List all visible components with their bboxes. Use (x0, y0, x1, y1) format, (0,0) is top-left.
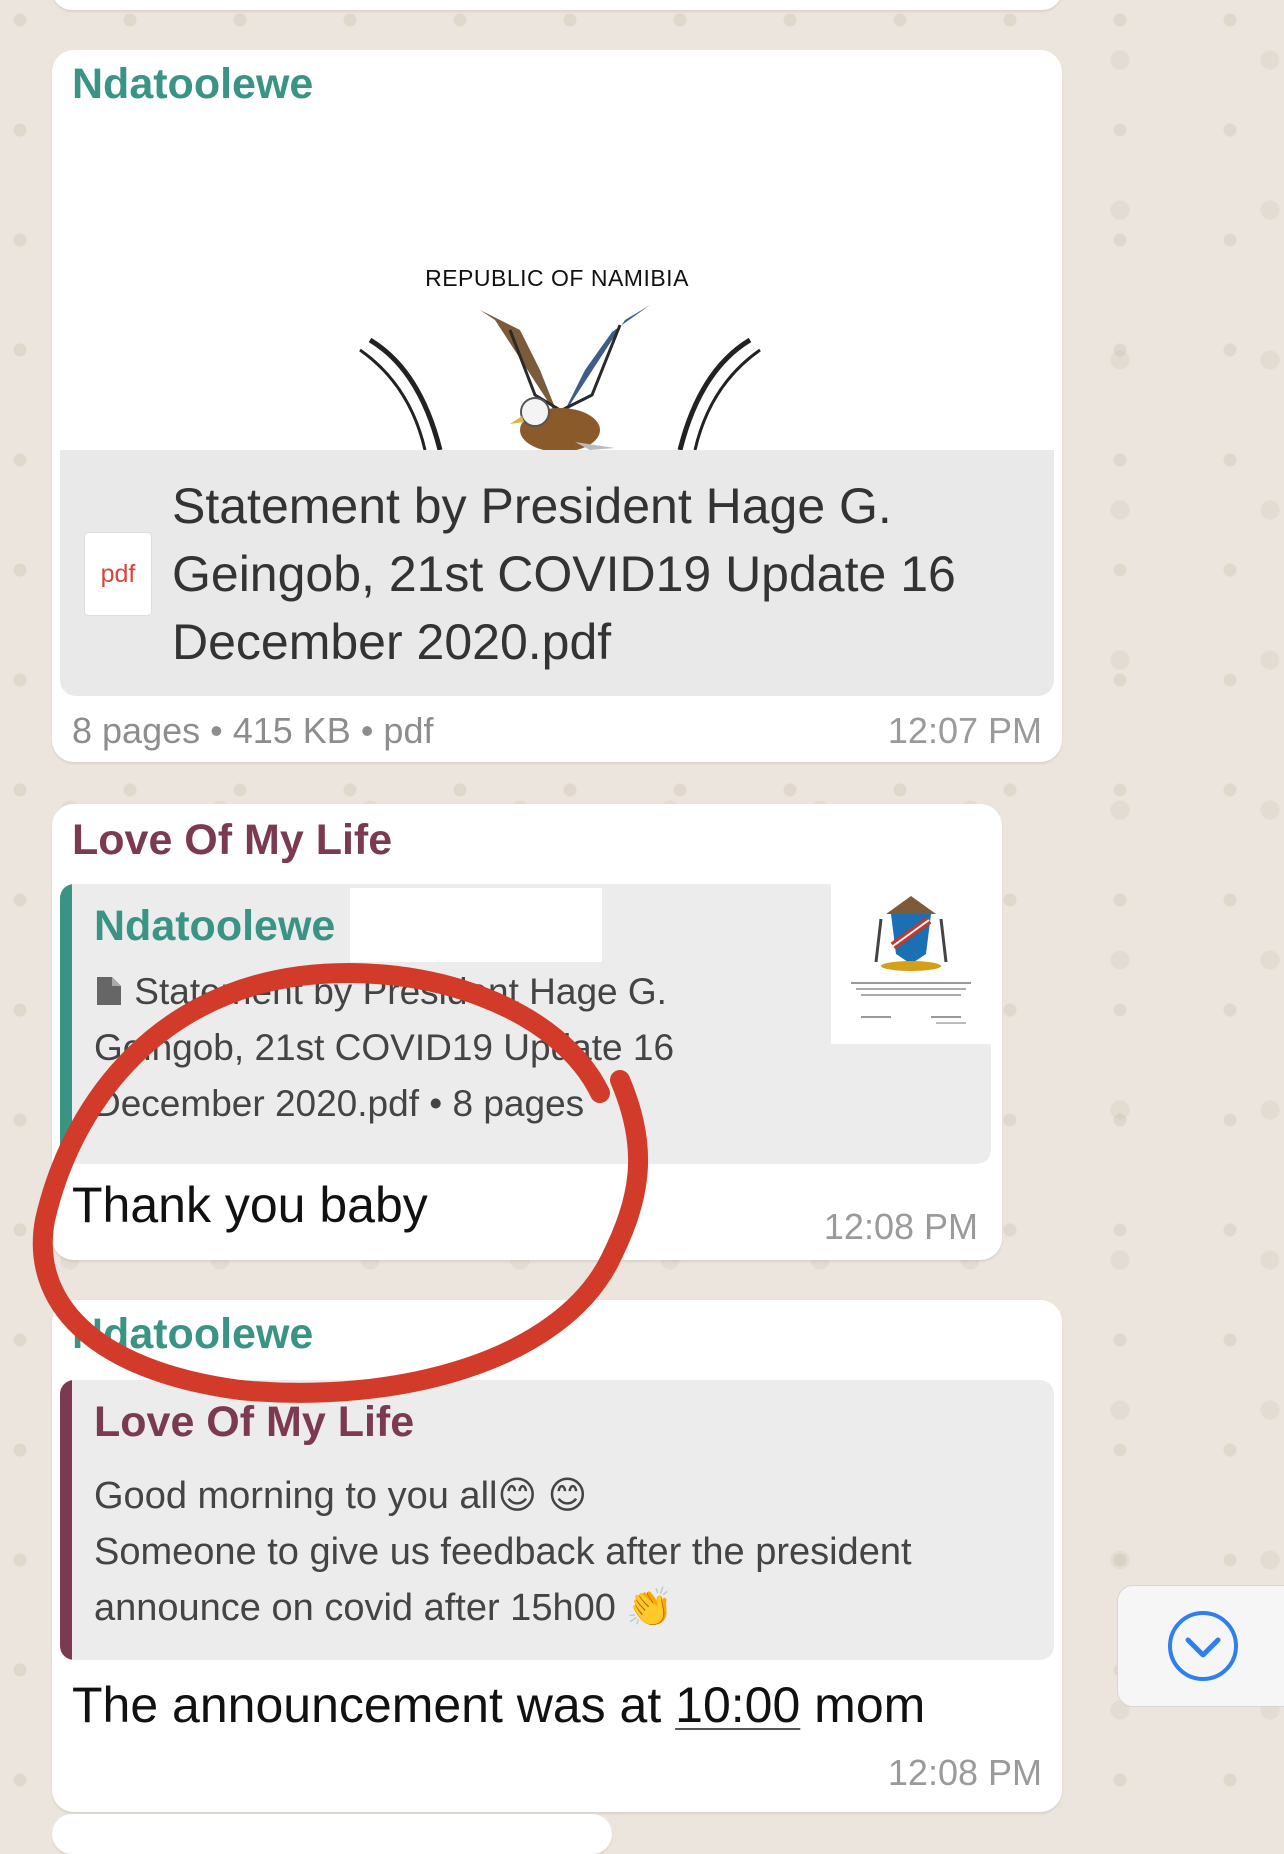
quoted-document-thumbnail (831, 884, 991, 1044)
quote-accent-bar (60, 1380, 72, 1660)
pdf-file-icon: pdf (84, 532, 152, 616)
redacted-surname (332, 1308, 674, 1370)
message-text: The announcement was at 10:00 mom (72, 1677, 926, 1733)
document-info-bar[interactable]: pdf Statement by President Hage G. Geing… (60, 450, 1054, 696)
sender-name[interactable]: Love Of My Life (72, 816, 392, 865)
message-time: 12:08 PM (887, 1752, 1042, 1793)
time-link[interactable]: 10:00 (675, 1677, 800, 1733)
message-bubble-document[interactable]: Ndatoolewe REPUBLIC OF NAMIBIA pdf State… (52, 50, 1062, 762)
message-bubble-reply[interactable]: Love Of My Life Ndatoolewe Statement by … (52, 804, 1002, 1260)
document-preview-heading: REPUBLIC OF NAMIBIA (425, 265, 689, 291)
quoted-message[interactable]: Love Of My Life Good morning to you all😊… (60, 1380, 1054, 1660)
redacted-surname (352, 58, 602, 126)
quoted-text-line: Someone to give us feedback after the pr… (94, 1531, 912, 1573)
quoted-sender-name: Love Of My Life (94, 1398, 415, 1446)
document-icon (97, 977, 121, 1005)
sender-name[interactable]: Ndatoolewe (72, 60, 313, 109)
sender-name[interactable]: Ndatoolewe (72, 1310, 313, 1359)
quoted-message[interactable]: Ndatoolewe Statement by President Hage G… (60, 884, 991, 1164)
quoted-text-line: Geingob, 21st COVID19 Update 16 (94, 1027, 675, 1068)
document-size: 415 KB (232, 710, 351, 751)
coat-of-arms-thumbnail-icon (851, 896, 971, 1024)
coat-of-arms-eagle-icon (359, 305, 761, 450)
next-message-bubble-edge[interactable] (52, 1814, 612, 1854)
message-time: 12:07 PM (887, 710, 1042, 751)
document-meta: 8 pages • 415 KB • pdf (72, 710, 434, 751)
message-bubble-reply[interactable]: Ndatoolewe Love Of My Life Good morning … (52, 1300, 1062, 1812)
quoted-sender-name: Ndatoolewe (94, 902, 336, 950)
quoted-text-line: December 2020.pdf • 8 pages (94, 1083, 585, 1124)
scroll-to-bottom-button[interactable] (1117, 1585, 1284, 1707)
message-time: 12:08 PM (823, 1206, 978, 1247)
document-page-count: 8 pages (72, 710, 201, 751)
document-preview[interactable]: REPUBLIC OF NAMIBIA (60, 140, 1054, 450)
redacted-surname (350, 888, 602, 962)
quoted-text-line: announce on covid after 15h00 👏 (94, 1587, 674, 1629)
quoted-text-line: Statement by President Hage G. (134, 971, 667, 1012)
quoted-text-line: Good morning to you all😊 😊 (94, 1475, 588, 1517)
previous-message-bubble-edge[interactable] (52, 0, 1062, 10)
message-text: Thank you baby (72, 1177, 428, 1233)
quote-accent-bar (60, 884, 72, 1164)
chevron-down-circle-icon (1168, 1611, 1238, 1681)
document-file-name: Statement by President Hage G. Geingob, … (172, 478, 956, 670)
document-type: pdf (383, 710, 434, 751)
